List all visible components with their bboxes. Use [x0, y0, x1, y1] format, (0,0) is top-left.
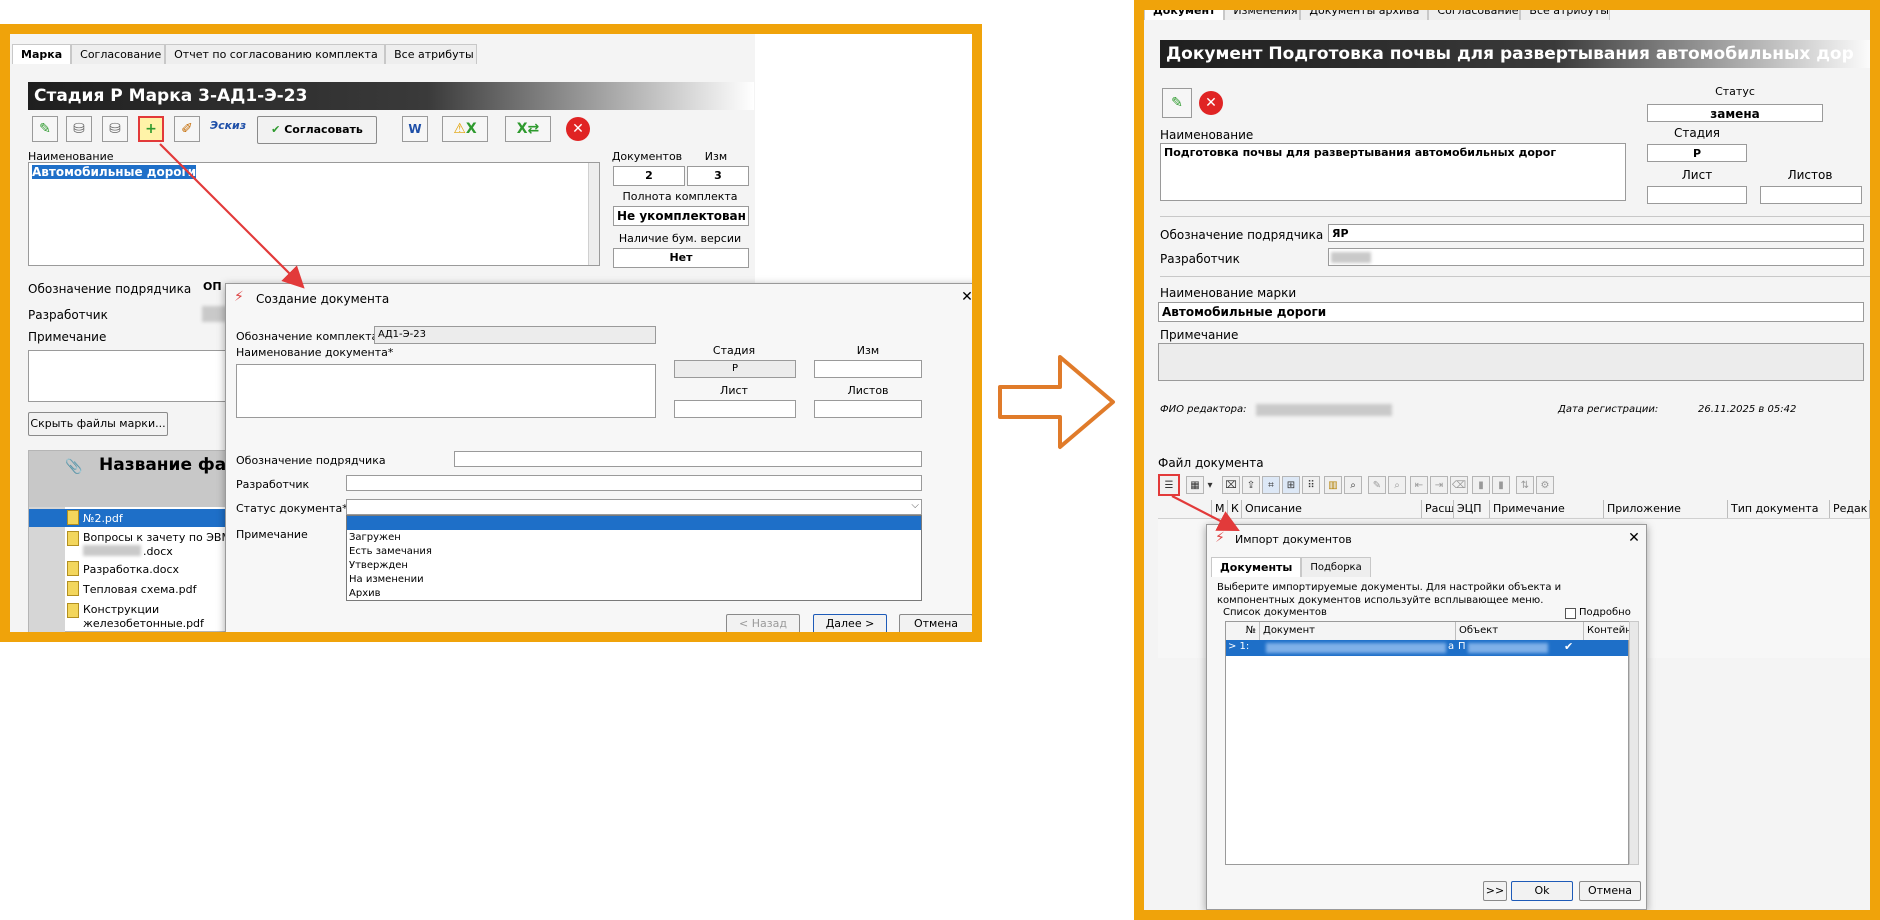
- callout-arrow-right: [1171, 495, 1240, 532]
- left-screenshot-frame: Марка Согласование Отчет по согласованию…: [0, 24, 982, 642]
- transition-arrow-icon: [998, 355, 1115, 449]
- callout-arrow-left: [159, 143, 305, 289]
- right-screenshot-frame: Документ Изменения Документы архива Согл…: [1134, 0, 1880, 920]
